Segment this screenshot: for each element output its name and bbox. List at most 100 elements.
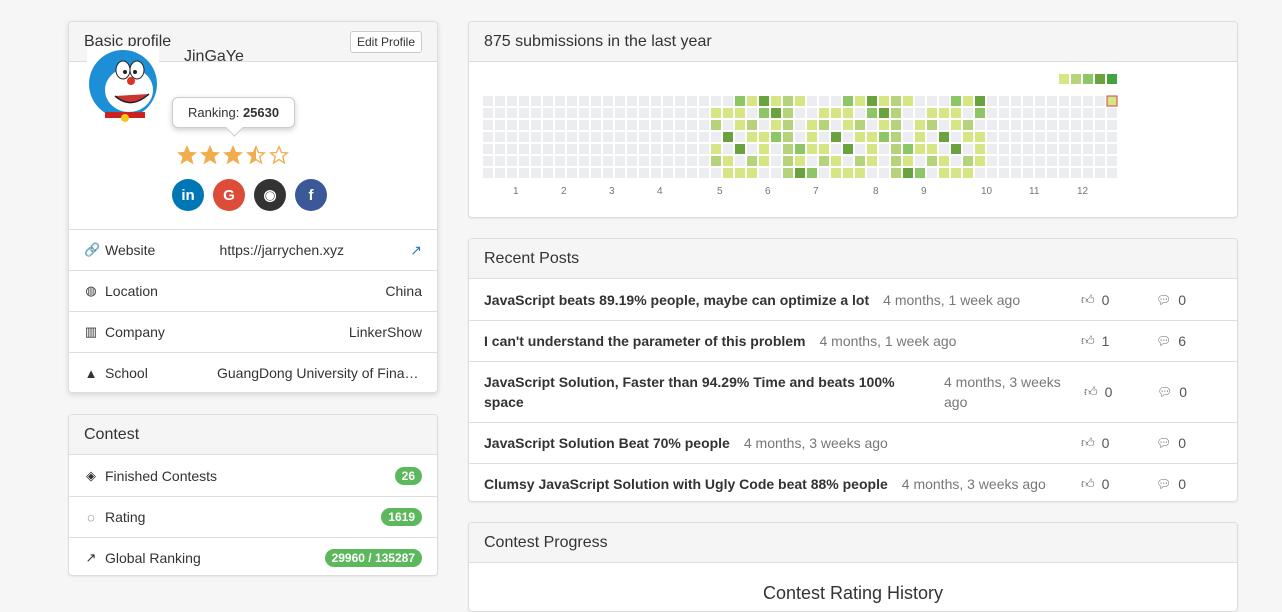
heatmap-cell[interactable] <box>759 120 769 130</box>
heatmap-cell[interactable] <box>747 156 757 166</box>
heatmap-cell[interactable] <box>615 96 625 106</box>
heatmap-cell[interactable] <box>795 156 805 166</box>
heatmap-cell[interactable] <box>999 156 1009 166</box>
heatmap-cell[interactable] <box>567 156 577 166</box>
heatmap-cell[interactable] <box>1107 120 1117 130</box>
heatmap-cell[interactable] <box>495 120 505 130</box>
heatmap-cell[interactable] <box>1071 120 1081 130</box>
heatmap-cell[interactable] <box>783 132 793 142</box>
heatmap-cell[interactable] <box>1047 96 1057 106</box>
heatmap-cell[interactable] <box>795 168 805 178</box>
heatmap-cell[interactable] <box>915 108 925 118</box>
heatmap-cell[interactable] <box>891 168 901 178</box>
heatmap-cell[interactable] <box>567 108 577 118</box>
heatmap-cell[interactable] <box>687 120 697 130</box>
heatmap-cell[interactable] <box>1023 168 1033 178</box>
heatmap-cell[interactable] <box>663 108 673 118</box>
heatmap-cell[interactable] <box>735 168 745 178</box>
heatmap-cell[interactable] <box>567 144 577 154</box>
heatmap-cell[interactable] <box>1059 156 1069 166</box>
heatmap-cell[interactable] <box>711 96 721 106</box>
heatmap-cell[interactable] <box>651 156 661 166</box>
heatmap-cell[interactable] <box>579 144 589 154</box>
heatmap-cell[interactable] <box>639 120 649 130</box>
post-row[interactable]: I can't understand the parameter of this… <box>469 320 1237 361</box>
heatmap-cell[interactable] <box>831 132 841 142</box>
heatmap-cell[interactable] <box>735 144 745 154</box>
heatmap-cell[interactable] <box>603 156 613 166</box>
heatmap-cell[interactable] <box>903 132 913 142</box>
heatmap-cell[interactable] <box>555 144 565 154</box>
heatmap-cell[interactable] <box>627 132 637 142</box>
heatmap-cell[interactable] <box>951 144 961 154</box>
heatmap-cell[interactable] <box>603 96 613 106</box>
heatmap-cell[interactable] <box>1107 168 1117 178</box>
heatmap-cell[interactable] <box>831 156 841 166</box>
post-title[interactable]: JavaScript Solution, Faster than 94.29% … <box>484 372 924 412</box>
heatmap-cell[interactable] <box>699 132 709 142</box>
heatmap-cell[interactable] <box>759 168 769 178</box>
heatmap-cell[interactable] <box>615 168 625 178</box>
heatmap-cell[interactable] <box>759 144 769 154</box>
heatmap-cell[interactable] <box>975 168 985 178</box>
heatmap-cell[interactable] <box>531 132 541 142</box>
heatmap-cell[interactable] <box>519 168 529 178</box>
heatmap-cell[interactable] <box>1059 144 1069 154</box>
heatmap-cell-today[interactable] <box>1106 95 1118 107</box>
heatmap-cell[interactable] <box>855 144 865 154</box>
heatmap-cell[interactable] <box>663 120 673 130</box>
heatmap-cell[interactable] <box>591 144 601 154</box>
heatmap-cell[interactable] <box>495 156 505 166</box>
heatmap-cell[interactable] <box>555 108 565 118</box>
heatmap-cell[interactable] <box>855 132 865 142</box>
heatmap-cell[interactable] <box>1047 120 1057 130</box>
google-icon[interactable]: G <box>213 179 245 211</box>
heatmap-cell[interactable] <box>867 96 877 106</box>
heatmap-cell[interactable] <box>651 96 661 106</box>
heatmap-cell[interactable] <box>891 108 901 118</box>
heatmap-cell[interactable] <box>723 168 733 178</box>
heatmap-cell[interactable] <box>843 120 853 130</box>
heatmap-cell[interactable] <box>519 144 529 154</box>
heatmap-cell[interactable] <box>879 168 889 178</box>
heatmap-cell[interactable] <box>495 168 505 178</box>
heatmap-cell[interactable] <box>507 168 517 178</box>
heatmap-cell[interactable] <box>495 96 505 106</box>
heatmap-cell[interactable] <box>531 96 541 106</box>
heatmap-cell[interactable] <box>663 168 673 178</box>
heatmap-cell[interactable] <box>699 144 709 154</box>
heatmap-cell[interactable] <box>771 132 781 142</box>
heatmap-cell[interactable] <box>987 132 997 142</box>
heatmap-cell[interactable] <box>543 132 553 142</box>
heatmap-cell[interactable] <box>1083 144 1093 154</box>
heatmap-cell[interactable] <box>1035 96 1045 106</box>
heatmap-cell[interactable] <box>843 132 853 142</box>
heatmap-cell[interactable] <box>819 156 829 166</box>
heatmap-cell[interactable] <box>627 144 637 154</box>
heatmap-cell[interactable] <box>1035 156 1045 166</box>
heatmap-cell[interactable] <box>915 120 925 130</box>
heatmap-cell[interactable] <box>819 144 829 154</box>
heatmap-cell[interactable] <box>627 168 637 178</box>
heatmap-cell[interactable] <box>723 108 733 118</box>
heatmap-cell[interactable] <box>1083 132 1093 142</box>
heatmap-cell[interactable] <box>543 108 553 118</box>
heatmap-cell[interactable] <box>867 144 877 154</box>
heatmap-cell[interactable] <box>747 108 757 118</box>
heatmap-cell[interactable] <box>567 132 577 142</box>
heatmap-cell[interactable] <box>1023 156 1033 166</box>
heatmap-cell[interactable] <box>879 96 889 106</box>
heatmap-cell[interactable] <box>687 96 697 106</box>
heatmap-cell[interactable] <box>891 156 901 166</box>
heatmap-cell[interactable] <box>735 120 745 130</box>
heatmap-cell[interactable] <box>687 144 697 154</box>
heatmap-cell[interactable] <box>555 168 565 178</box>
heatmap-cell[interactable] <box>807 108 817 118</box>
heatmap-cell[interactable] <box>771 120 781 130</box>
heatmap-cell[interactable] <box>651 132 661 142</box>
heatmap-cell[interactable] <box>999 120 1009 130</box>
heatmap-cell[interactable] <box>939 144 949 154</box>
heatmap-cell[interactable] <box>1107 156 1117 166</box>
heatmap-cell[interactable] <box>843 108 853 118</box>
heatmap-cell[interactable] <box>1035 132 1045 142</box>
